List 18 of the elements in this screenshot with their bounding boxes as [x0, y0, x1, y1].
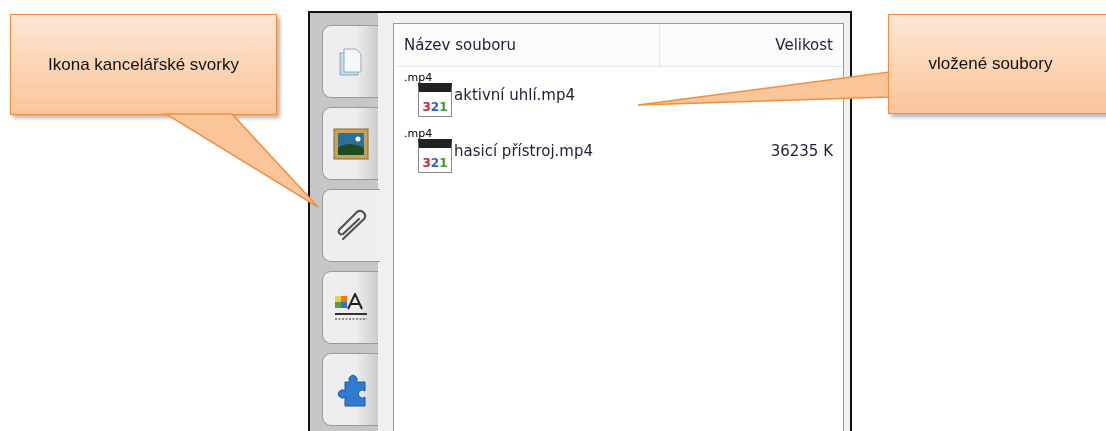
video-file-icon: 321: [418, 83, 452, 117]
sidebar-tab[interactable]: [322, 189, 380, 262]
file-extension-label: .mp4: [404, 127, 433, 140]
file-name[interactable]: hasicí přístroj.mp4: [454, 142, 594, 160]
callout-box: Ikona kancelářské svorky: [10, 14, 277, 115]
framed-picture-icon: [332, 127, 369, 160]
sidebar-tab[interactable]: [322, 271, 378, 344]
page-icon: [337, 46, 364, 77]
file-name[interactable]: aktivní uhlí.mp4: [454, 86, 576, 104]
file-size: 36235 K: [770, 142, 834, 160]
column-header[interactable]: Velikost: [660, 24, 843, 66]
sidebar-tab[interactable]: [322, 107, 378, 180]
callout-box: vložené soubory: [888, 14, 1106, 114]
sidebar-tab[interactable]: [322, 353, 378, 426]
video-file-icon: 321: [418, 139, 452, 173]
column-header[interactable]: Název souboru: [394, 24, 660, 66]
file-extension-label: .mp4: [404, 71, 433, 84]
text-format-icon: [332, 292, 369, 323]
